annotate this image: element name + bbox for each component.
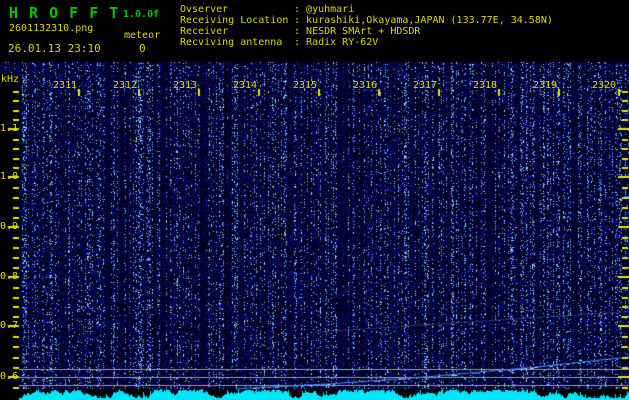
station-info-block: Ovserver: @yuhmari Receiving Location: ku…: [180, 4, 553, 48]
freq-axis-unit-label: kHz: [1, 74, 20, 85]
info-row-label: Ovserver: [180, 4, 229, 15]
info-row-separator: :: [294, 4, 307, 15]
time-tick-label: 2320: [592, 80, 617, 91]
time-tick-label: 2312: [113, 80, 138, 91]
info-row-separator: :: [294, 37, 307, 48]
station-info-row: Receiving Location: kurashiki,Okayama,JA…: [180, 15, 553, 26]
time-tick-label: 2311: [53, 80, 78, 91]
station-info-row: Ovserver: @yuhmari: [180, 4, 553, 15]
time-tick-label: 2317: [413, 80, 438, 91]
hrofft-window: H R O F F T 1.0.0f 2601132310.png meteor…: [0, 0, 629, 400]
info-row-label: Recviving antenna: [180, 37, 283, 48]
spectrogram-panel: kHz 1.1 1.0 0.9 0.8 0.7 0.6 2311 2312 2313 2314 2…: [0, 60, 629, 400]
version-label: 1.0.0f: [123, 9, 160, 20]
info-row-label: Receiver: [180, 26, 229, 37]
station-info-row: Receiver: NESDR SMArt + HDSDR: [180, 26, 553, 37]
time-tick-label: 2314: [233, 80, 258, 91]
time-tick-label: 2316: [353, 80, 378, 91]
spectrogram-canvas: [0, 60, 629, 400]
app-title: H R O F F T: [9, 4, 120, 22]
time-tick-label: 2313: [173, 80, 198, 91]
time-tick-label: 2318: [473, 80, 498, 91]
info-row-label: Receiving Location: [180, 15, 289, 26]
freq-tick-label: 0.6: [0, 371, 19, 382]
freq-tick-label: 0.9: [0, 221, 19, 232]
mode-label: meteor: [124, 30, 161, 41]
station-info-row: Recviving antenna: Radix RY-62V: [180, 37, 553, 48]
freq-tick-label: 1.1: [0, 123, 19, 134]
info-row-value: kurashiki,Okayama,JAPAN (133.77E, 34.58N…: [306, 15, 553, 26]
info-row-value: @yuhmari: [306, 4, 355, 15]
echo-count: 0: [139, 42, 146, 55]
time-tick-label: 2319: [533, 80, 558, 91]
info-row-value: NESDR SMArt + HDSDR: [306, 26, 421, 37]
freq-tick-label: 1.0: [0, 171, 19, 182]
output-filename: 2601132310.png: [9, 23, 94, 34]
info-row-separator: :: [294, 15, 307, 26]
info-row-value: Radix RY-62V: [306, 37, 379, 48]
header-panel: H R O F F T 1.0.0f 2601132310.png meteor…: [0, 0, 629, 60]
time-tick-label: 2315: [293, 80, 318, 91]
freq-tick-label: 0.7: [0, 320, 19, 331]
info-row-separator: :: [294, 26, 307, 37]
freq-tick-label: 0.8: [0, 271, 19, 282]
datetime-label: 26.01.13 23:10: [8, 42, 101, 55]
